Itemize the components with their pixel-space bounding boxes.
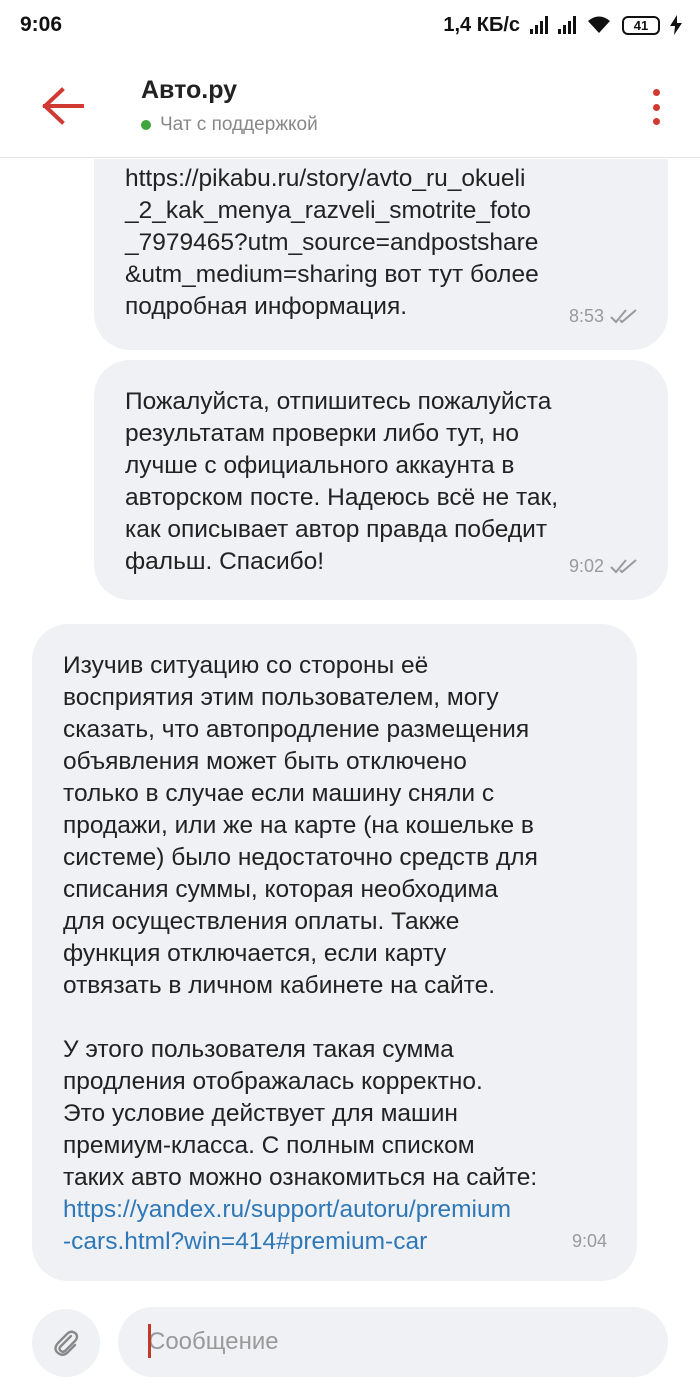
charging-icon [670, 15, 682, 35]
message-outgoing[interactable]: Пожалуйста, отпишитесь пожалуйста резуль… [94, 360, 668, 600]
chat-title: Авто.ру [141, 76, 238, 104]
message-text: https://pikabu.ru/story/avto_ru_okueli _… [125, 165, 539, 320]
arrow-left-icon [42, 87, 84, 125]
double-check-icon [610, 309, 637, 324]
wifi-icon [588, 16, 610, 33]
message-meta: 9:02 [569, 550, 638, 582]
attach-button[interactable] [32, 1309, 100, 1377]
message-composer [0, 1295, 700, 1400]
battery-level: 41 [633, 17, 649, 33]
status-indicators: 1,4 КБ/с 41 [443, 14, 682, 37]
message-list[interactable]: https://pikabu.ru/story/avto_ru_okueli _… [0, 159, 700, 1295]
message-outgoing[interactable]: https://pikabu.ru/story/avto_ru_okueli _… [94, 159, 668, 350]
message-input[interactable] [118, 1307, 668, 1377]
double-check-icon [610, 559, 637, 574]
status-time: 9:06 [20, 13, 63, 36]
more-vertical-icon [652, 89, 660, 96]
status-bar: 9:06 1,4 КБ/с 41 [0, 0, 700, 50]
signal-icon [530, 16, 548, 34]
paperclip-icon [54, 1330, 79, 1356]
message-text: Пожалуйста, отпишитесь пожалуйста резуль… [125, 388, 559, 575]
message-time: 9:02 [568, 556, 604, 576]
message-text: Изучив ситуацию со стороны её восприятия… [63, 652, 538, 1191]
online-status-dot [141, 120, 151, 130]
signal-icon-2 [558, 16, 576, 34]
more-menu-button[interactable] [644, 89, 668, 125]
message-link[interactable]: https://yandex.ru/support/autoru/premium… [63, 1194, 613, 1258]
chat-subtitle-text: Чат с поддержкой [160, 114, 318, 135]
text-cursor [148, 1324, 151, 1358]
battery-icon: 41 [622, 15, 660, 35]
chat-header: Авто.ру Чат с поддержкой [0, 50, 700, 158]
back-button[interactable] [40, 86, 86, 126]
message-time: 9:04 [571, 1231, 607, 1251]
chat-subtitle: Чат с поддержкой [141, 114, 318, 136]
network-speed: 1,4 КБ/с [443, 13, 520, 36]
message-incoming[interactable]: Изучив ситуацию со стороны её восприятия… [32, 624, 637, 1281]
message-meta: 8:53 [569, 300, 638, 332]
message-meta: 9:04 [572, 1225, 607, 1257]
message-time: 8:53 [568, 306, 604, 326]
